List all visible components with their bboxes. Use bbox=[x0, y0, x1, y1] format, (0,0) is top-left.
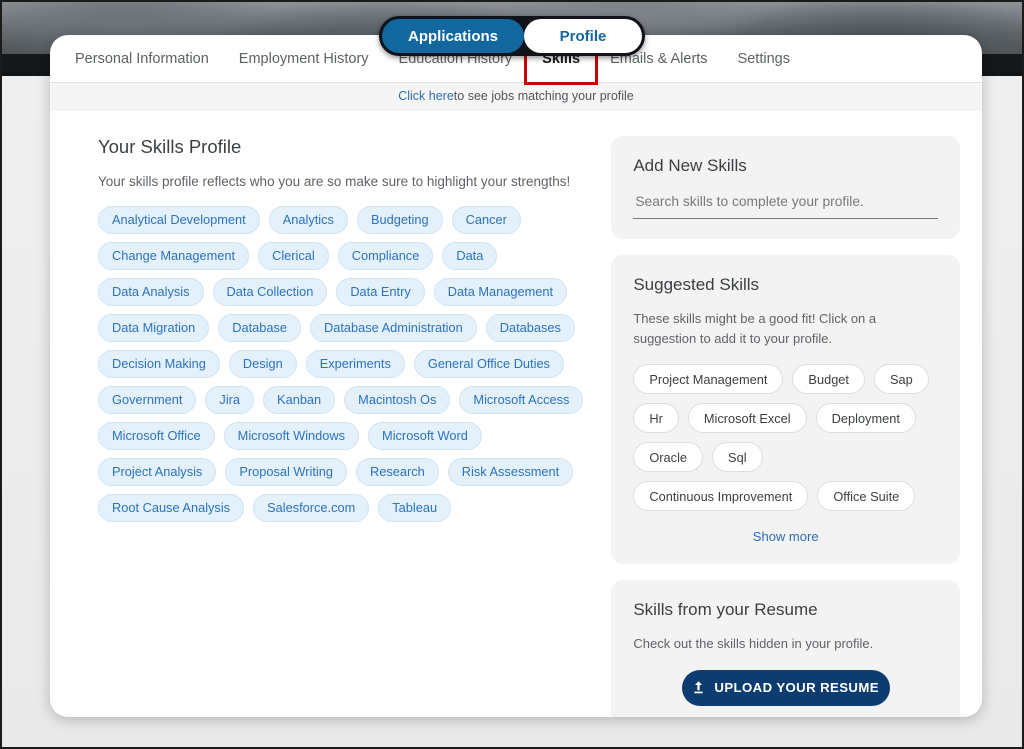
suggested-skill-chip[interactable]: Office Suite bbox=[817, 481, 916, 511]
skill-chip[interactable]: Jira bbox=[205, 385, 255, 414]
skill-chip[interactable]: Budgeting bbox=[356, 205, 443, 234]
upload-resume-button[interactable]: UPLOAD YOUR RESUME bbox=[681, 669, 890, 706]
skill-chip[interactable]: Microsoft Word bbox=[368, 421, 482, 450]
resume-panel-title: Skills from your Resume bbox=[633, 600, 818, 619]
suggested-skills-panel: Suggested Skills These skills might be a… bbox=[611, 255, 960, 564]
click-here-link[interactable]: Click here bbox=[398, 89, 454, 103]
skills-content: Your Skills Profile Your skills profile … bbox=[50, 110, 982, 717]
skill-chip[interactable]: Compliance bbox=[337, 241, 434, 270]
applications-profile-toggle[interactable]: Applications Profile bbox=[378, 16, 646, 56]
skill-chip[interactable]: Database Administration bbox=[310, 313, 477, 342]
skill-chip[interactable]: Experiments bbox=[305, 349, 405, 378]
show-more-link[interactable]: Show more bbox=[633, 529, 938, 544]
skill-chip[interactable]: Analytics bbox=[268, 205, 348, 234]
skill-chip[interactable]: Change Management bbox=[98, 241, 250, 270]
suggested-skill-chip[interactable]: Sql bbox=[712, 442, 763, 472]
skills-sidebar-column: Add New Skills Suggested Skills These sk… bbox=[611, 136, 960, 717]
add-new-skills-title: Add New Skills bbox=[633, 156, 747, 175]
suggested-skills-chip-list: Project Management Budget Sap Hr Microsoft E… bbox=[633, 364, 938, 511]
skill-chip[interactable]: Clerical bbox=[258, 241, 329, 270]
suggested-skill-chip[interactable]: Hr bbox=[633, 403, 679, 433]
suggested-skills-title: Suggested Skills bbox=[633, 275, 760, 294]
tab-personal-information[interactable]: Personal Information bbox=[60, 36, 224, 82]
skill-chip[interactable]: Design bbox=[228, 349, 297, 378]
suggested-skills-description: These skills might be a good fit! Click … bbox=[633, 311, 877, 346]
skills-profile-title: Your Skills Profile bbox=[98, 136, 242, 157]
upload-icon bbox=[692, 680, 705, 695]
skill-chip[interactable]: Salesforce.com bbox=[253, 493, 370, 522]
tab-settings[interactable]: Settings bbox=[723, 36, 805, 82]
skill-chip[interactable]: Root Cause Analysis bbox=[98, 493, 245, 522]
skill-chip[interactable]: Research bbox=[355, 457, 439, 486]
skill-chip[interactable]: Data Analysis bbox=[98, 277, 204, 306]
resume-skills-panel: Skills from your Resume Check out the sk… bbox=[611, 580, 960, 717]
skill-chip[interactable]: Data Entry bbox=[336, 277, 425, 306]
app-screen: Applications Profile Personal Informatio… bbox=[0, 0, 1024, 749]
skill-chip[interactable]: Analytical Development bbox=[98, 205, 260, 234]
skill-chip[interactable]: Microsoft Access bbox=[459, 385, 584, 414]
suggested-skill-chip[interactable]: Oracle bbox=[633, 442, 704, 472]
skill-chip[interactable]: Government bbox=[98, 385, 197, 414]
skills-profile-chip-list: Analytical Development Analytics Budgeting… bbox=[98, 205, 585, 522]
skill-chip[interactable]: General Office Duties bbox=[413, 349, 564, 378]
skill-chip[interactable]: Decision Making bbox=[98, 349, 220, 378]
suggested-skill-chip[interactable]: Microsoft Excel bbox=[687, 403, 807, 433]
skill-chip[interactable]: Microsoft Office bbox=[98, 421, 215, 450]
skills-profile-description: Your skills profile reflects who you are… bbox=[98, 174, 571, 189]
suggested-skill-chip[interactable]: Deployment bbox=[815, 403, 916, 433]
upload-resume-label: UPLOAD YOUR RESUME bbox=[714, 680, 879, 695]
skill-chip[interactable]: Macintosh Os bbox=[344, 385, 451, 414]
skill-chip[interactable]: Microsoft Windows bbox=[223, 421, 360, 450]
file-types-label: File types bbox=[633, 717, 938, 718]
resume-panel-description: Check out the skills hidden in your prof… bbox=[633, 636, 874, 651]
skill-chip[interactable]: Data bbox=[442, 241, 498, 270]
matching-jobs-text: to see jobs matching your profile bbox=[453, 89, 634, 103]
matching-jobs-band: Click here to see jobs matching your pro… bbox=[50, 83, 982, 110]
skill-chip[interactable]: Databases bbox=[485, 313, 575, 342]
skill-chip[interactable]: Data Collection bbox=[212, 277, 328, 306]
profile-toggle-button[interactable]: Profile bbox=[524, 19, 643, 53]
skill-chip[interactable]: Project Analysis bbox=[98, 457, 217, 486]
suggested-skill-chip[interactable]: Continuous Improvement bbox=[633, 481, 809, 511]
skills-profile-column: Your Skills Profile Your skills profile … bbox=[98, 136, 585, 717]
suggested-skill-chip[interactable]: Sap bbox=[873, 364, 929, 394]
suggested-skill-chip[interactable]: Budget bbox=[792, 364, 865, 394]
skill-chip[interactable]: Database bbox=[218, 313, 301, 342]
skill-chip[interactable]: Data Migration bbox=[98, 313, 210, 342]
profile-card: Personal Information Employment History … bbox=[50, 35, 982, 717]
add-new-skills-panel: Add New Skills bbox=[611, 136, 960, 239]
skill-chip[interactable]: Kanban bbox=[263, 385, 336, 414]
skill-chip[interactable]: Data Management bbox=[433, 277, 568, 306]
suggested-skill-chip[interactable]: Project Management bbox=[633, 364, 784, 394]
skills-search-input[interactable] bbox=[633, 190, 938, 219]
skill-chip[interactable]: Cancer bbox=[451, 205, 521, 234]
skill-chip[interactable]: Tableau bbox=[378, 493, 452, 522]
applications-toggle-button[interactable]: Applications bbox=[381, 19, 525, 53]
tab-employment-history[interactable]: Employment History bbox=[224, 36, 384, 82]
skill-chip[interactable]: Proposal Writing bbox=[225, 457, 347, 486]
skill-chip[interactable]: Risk Assessment bbox=[447, 457, 574, 486]
